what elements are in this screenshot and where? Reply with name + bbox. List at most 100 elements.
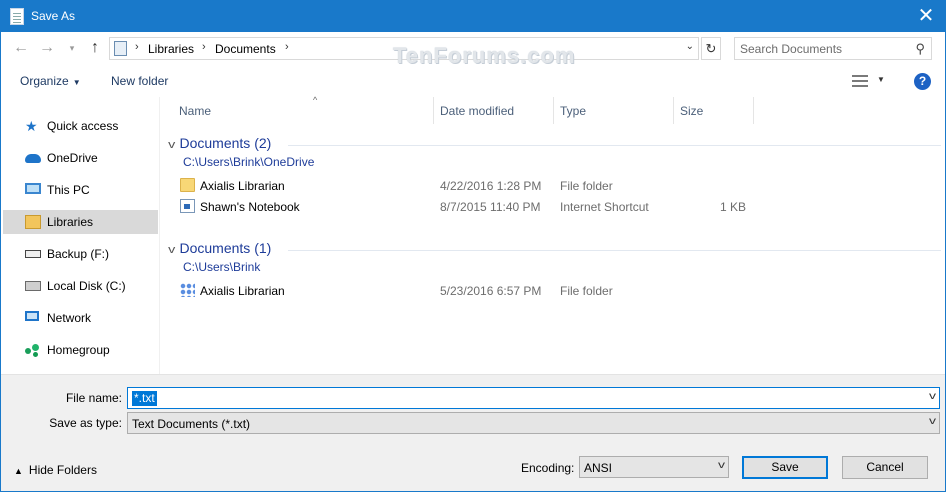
encoding-select[interactable]: ANSI v — [579, 456, 729, 478]
column-header-name[interactable]: ^ Name — [173, 95, 434, 124]
group-header[interactable]: v Documents (1) — [168, 240, 271, 256]
network-icon — [25, 311, 39, 321]
file-date: 4/22/2016 1:28 PM — [440, 179, 542, 193]
group-path: C:\Users\Brink — [183, 260, 261, 274]
sidebar-item-label: Quick access — [47, 119, 119, 133]
encoding-label: Encoding: — [521, 461, 575, 475]
chevron-down-icon: v — [168, 244, 176, 256]
usb-drive-icon — [25, 250, 41, 258]
group-divider — [288, 250, 941, 251]
chevron-down-icon: v — [168, 139, 176, 151]
sidebar-item-label: This PC — [47, 183, 90, 197]
sidebar-item-network[interactable]: Network — [3, 306, 158, 330]
save-type-select[interactable]: Text Documents (*.txt) v — [127, 412, 940, 434]
sidebar-item-homegroup[interactable]: Homegroup — [3, 338, 158, 362]
save-as-dialog: Save As ✕ ← → ▾ ↑ › Libraries › Document… — [0, 0, 946, 492]
group-path: C:\Users\Brink\OneDrive — [183, 155, 315, 169]
group-header[interactable]: v Documents (2) — [168, 135, 272, 151]
column-header-label: Type — [560, 104, 587, 118]
help-icon[interactable]: ? — [914, 73, 931, 90]
breadcrumb-documents[interactable]: Documents — [215, 42, 276, 56]
column-header-size[interactable]: Size — [674, 97, 754, 124]
chevron-down-icon: v — [929, 416, 936, 427]
refresh-icon[interactable]: ↻ — [701, 37, 721, 60]
file-name: Shawn's Notebook — [200, 200, 300, 214]
forward-arrow-icon[interactable]: → — [38, 38, 56, 58]
file-size: 1 KB — [719, 200, 746, 214]
notepad-icon — [10, 8, 24, 25]
hide-folders-label: Hide Folders — [28, 463, 97, 477]
sidebar-item-label: Local Disk (C:) — [47, 279, 126, 293]
encoding-value: ANSI — [584, 461, 613, 475]
organize-button[interactable]: Organize ▼ — [20, 74, 81, 88]
new-folder-button[interactable]: New folder — [111, 74, 168, 88]
save-button[interactable]: Save — [742, 456, 828, 479]
column-header-type[interactable]: Type — [554, 97, 674, 124]
folder-icon — [180, 178, 195, 192]
computer-icon — [25, 183, 41, 194]
list-item[interactable]: Shawn's Notebook 8/7/2015 11:40 PM Inter… — [160, 197, 945, 217]
breadcrumb-separator-icon[interactable]: › — [202, 41, 206, 53]
title-bar: Save As ✕ — [1, 1, 945, 32]
save-options-panel: File name: *.txt v Save as type: Text Do… — [1, 374, 945, 491]
column-header-date[interactable]: Date modified — [434, 97, 554, 124]
change-view-icon[interactable] — [852, 75, 868, 87]
hide-folders-button[interactable]: ▲ Hide Folders — [14, 463, 97, 477]
column-header-label: Name — [179, 104, 212, 118]
sidebar-item-label: Network — [47, 311, 92, 325]
breadcrumb-separator-icon[interactable]: › — [135, 41, 139, 53]
chevron-down-icon: v — [718, 460, 725, 471]
back-arrow-icon[interactable]: ← — [12, 38, 30, 58]
sidebar-item-local-disk[interactable]: Local Disk (C:) — [3, 274, 158, 298]
sidebar-item-label: Backup (F:) — [47, 247, 110, 261]
file-date: 8/7/2015 11:40 PM — [440, 200, 541, 214]
chevron-down-icon: ▼ — [72, 78, 81, 87]
homegroup-icon — [25, 343, 39, 357]
sidebar-item-label: Libraries — [47, 215, 94, 229]
search-icon[interactable]: ⚲ — [915, 41, 925, 57]
hard-drive-icon — [25, 281, 41, 291]
file-type: File folder — [560, 284, 613, 298]
file-name-label: File name: — [65, 391, 122, 405]
sidebar-item-onedrive[interactable]: OneDrive — [3, 146, 158, 170]
sort-ascending-icon: ^ — [313, 95, 318, 105]
cloud-icon — [25, 154, 41, 163]
file-list: ^ Name Date modified Type Size v Document… — [160, 95, 945, 374]
group-divider — [288, 145, 941, 146]
sidebar-item-label: Homegroup — [47, 343, 110, 357]
address-dropdown-chevron-icon[interactable]: ⌄ — [686, 41, 694, 52]
breadcrumb-separator-icon[interactable]: › — [285, 41, 289, 53]
search-input[interactable] — [740, 41, 910, 56]
file-name: Axialis Librarian — [200, 284, 285, 298]
window-title: Save As — [31, 9, 76, 23]
view-options-chevron-icon[interactable]: ▼ — [877, 75, 885, 84]
file-type: File folder — [560, 179, 613, 193]
up-arrow-icon[interactable]: ↑ — [86, 38, 104, 58]
file-type: Internet Shortcut — [560, 200, 649, 214]
file-name-combobox[interactable]: *.txt v — [127, 387, 940, 409]
file-name-field[interactable]: *.txt — [132, 391, 157, 406]
command-bar: Organize ▼ New folder ▼ ? — [1, 65, 945, 97]
sidebar-item-this-pc[interactable]: This PC — [3, 178, 158, 202]
list-item[interactable]: Axialis Librarian 4/22/2016 1:28 PM File… — [160, 176, 945, 196]
close-button[interactable]: ✕ — [911, 3, 941, 29]
group-title: Documents (2) — [179, 135, 272, 151]
recent-locations-chevron-icon[interactable]: ▾ — [63, 38, 81, 58]
library-location-icon — [114, 41, 127, 56]
sidebar-item-backup-drive[interactable]: Backup (F:) — [3, 242, 158, 266]
app-folder-icon — [180, 283, 195, 297]
search-box[interactable]: ⚲ — [734, 37, 932, 60]
sidebar-item-quick-access[interactable]: ★ Quick access — [3, 114, 158, 138]
navigation-pane: ★ Quick access OneDrive This PC Librarie… — [1, 97, 159, 374]
chevron-down-icon[interactable]: v — [929, 391, 936, 402]
file-date: 5/23/2016 6:57 PM — [440, 284, 542, 298]
sidebar-item-libraries[interactable]: Libraries — [3, 210, 158, 234]
sidebar-item-label: OneDrive — [47, 151, 98, 165]
shortcut-icon — [180, 199, 195, 213]
list-item[interactable]: Axialis Librarian 5/23/2016 6:57 PM File… — [160, 281, 945, 301]
column-header-label: Date modified — [440, 104, 515, 118]
organize-label: Organize — [20, 74, 69, 88]
chevron-up-icon: ▲ — [14, 466, 23, 476]
breadcrumb-libraries[interactable]: Libraries — [148, 42, 194, 56]
cancel-button[interactable]: Cancel — [842, 456, 928, 479]
